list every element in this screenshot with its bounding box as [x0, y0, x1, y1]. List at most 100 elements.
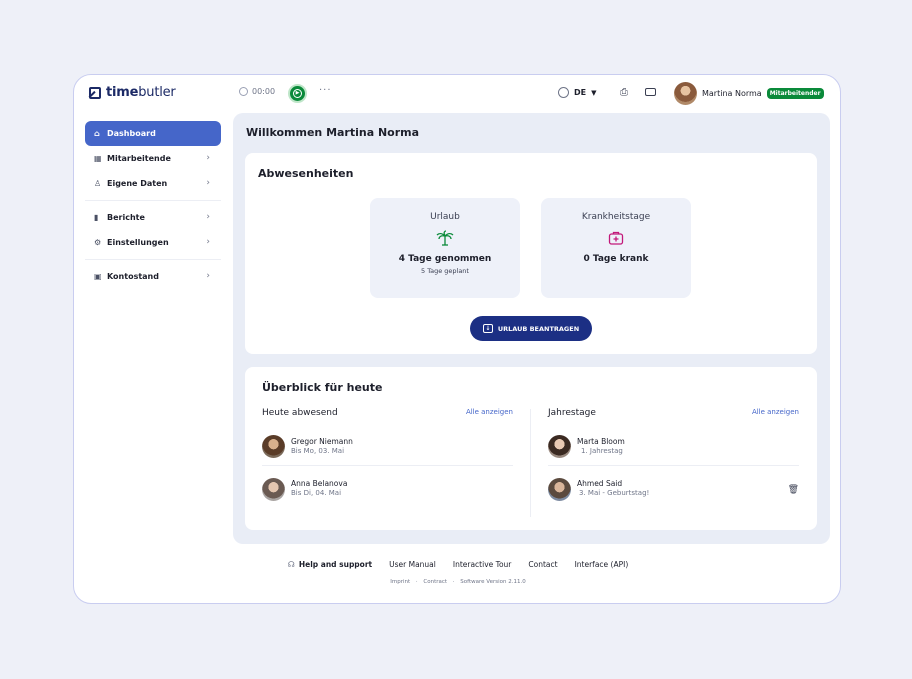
list-item[interactable]: Ahmed Said 3. Mai - Geburtstag! 🗑	[548, 466, 799, 512]
sidebar-item-label: Einstellungen	[107, 238, 169, 247]
start-timer-button[interactable]: ▶	[288, 84, 307, 103]
sidebar-item-berichte[interactable]: ▮ Berichte ›	[85, 205, 221, 230]
anniversaries-column: Jahrestage Alle anzeigen Marta Bloom 1. …	[548, 408, 799, 512]
avatar	[674, 82, 697, 105]
footer-links: ☊ Help and support User Manual Interacti…	[74, 560, 840, 569]
absences-title: Abwesenheiten	[258, 167, 354, 180]
user-menu[interactable]: Martina Norma Mitarbeitender	[674, 82, 824, 105]
anniversary-text: 3. Mai - Geburtstag!	[579, 489, 650, 498]
role-badge: Mitarbeitender	[766, 88, 824, 99]
help-support-link[interactable]: ☊ Help and support	[288, 560, 372, 569]
app-window: timebutler 00:00 ▶ ··· DE ▼ ⎙ Martina No…	[73, 74, 841, 604]
gear-icon: ⚙	[94, 238, 102, 247]
imprint-link[interactable]: Imprint	[390, 579, 410, 585]
avatar	[262, 477, 285, 501]
user-manual-link[interactable]: User Manual	[389, 560, 436, 569]
contract-link[interactable]: Contract	[423, 579, 447, 585]
sidebar-item-einstellungen[interactable]: ⚙ Einstellungen ›	[85, 230, 221, 255]
home-icon: ⌂	[94, 129, 100, 138]
sidebar-item-label: Dashboard	[107, 129, 156, 138]
palm-tree-icon	[370, 230, 520, 246]
chevron-right-icon: ›	[206, 212, 210, 222]
language-selector[interactable]: DE ▼	[558, 87, 597, 98]
more-icon[interactable]: ···	[319, 85, 332, 96]
absent-heading: Heute abwesend	[262, 408, 338, 418]
absences-card: Abwesenheiten Urlaub 4 Tage genommen 5 T…	[245, 153, 817, 354]
logo-text: timebutler	[106, 85, 176, 100]
sidebar-item-label: Eigene Daten	[107, 179, 168, 188]
printer-icon[interactable]: ⎙	[620, 87, 628, 98]
absence-until: Bis Di, 04. Mai	[291, 489, 342, 498]
medical-kit-icon	[541, 230, 691, 246]
chevron-right-icon: ›	[206, 153, 210, 163]
absent-show-all-link[interactable]: Alle anzeigen	[466, 408, 513, 418]
sidebar-item-kontostand[interactable]: ▣ Kontostand ›	[85, 264, 221, 289]
building-icon: ▦	[94, 154, 102, 163]
logo-icon	[89, 86, 101, 99]
anniversaries-show-all-link[interactable]: Alle anzeigen	[752, 408, 799, 418]
vacation-stat: Urlaub 4 Tage genommen 5 Tage geplant	[370, 198, 520, 298]
chart-icon: ▮	[94, 213, 99, 222]
sidebar-item-label: Berichte	[107, 213, 145, 222]
absent-today-column: Heute abwesend Alle anzeigen Gregor Niem…	[262, 408, 513, 512]
sidebar-item-eigene-daten[interactable]: ♙ Eigene Daten ›	[85, 171, 221, 196]
chevron-right-icon: ›	[206, 178, 210, 188]
timer: 00:00	[239, 87, 275, 96]
sick-stat: Krankheitstage 0 Tage krank	[541, 198, 691, 298]
page-title: Willkommen Martina Norma	[246, 126, 420, 139]
user-name: Martina Norma	[702, 89, 762, 98]
list-item[interactable]: Gregor Niemann Bis Mo, 03. Mai	[262, 428, 513, 466]
palm-tree-icon-svg	[436, 230, 454, 246]
anniversary-text: 1. Jahrestag	[581, 446, 623, 455]
api-link[interactable]: Interface (API)	[575, 560, 629, 569]
person-name: Marta Bloom	[577, 436, 625, 446]
anniversaries-heading: Jahrestage	[548, 408, 596, 418]
overview-card: Überblick für heute Heute abwesend Alle …	[245, 367, 817, 530]
sidebar: ⌂ Dashboard ▦ Mitarbeitende › ♙ Eigene D…	[85, 121, 221, 289]
separator: ·	[415, 579, 418, 585]
person-name: Anna Belanova	[291, 479, 348, 489]
avatar	[548, 435, 571, 458]
language-value: DE	[574, 88, 587, 97]
clock-icon	[239, 87, 248, 96]
help-label: Help and support	[298, 560, 373, 569]
divider	[85, 200, 221, 201]
person-name: Gregor Niemann	[291, 436, 353, 446]
timer-value: 00:00	[252, 87, 276, 96]
logo[interactable]: timebutler	[89, 85, 176, 100]
list-item[interactable]: Marta Bloom 1. Jahrestag	[548, 428, 799, 466]
interactive-tour-link[interactable]: Interactive Tour	[453, 560, 512, 569]
overview-title: Überblick für heute	[262, 381, 383, 394]
divider	[85, 259, 221, 260]
chevron-right-icon: ›	[206, 271, 210, 281]
sidebar-item-mitarbeitende[interactable]: ▦ Mitarbeitende ›	[85, 146, 221, 171]
person-name: Ahmed Said	[577, 479, 623, 489]
play-icon: ▶	[293, 89, 302, 98]
chevron-right-icon: ›	[206, 237, 210, 247]
contact-link[interactable]: Contact	[528, 560, 557, 569]
sidebar-item-label: Mitarbeitende	[107, 154, 171, 163]
vacation-taken: 4 Tage genommen	[398, 254, 492, 264]
mail-icon[interactable]	[645, 88, 656, 96]
footer-meta: Imprint · Contract · Software Version 2.…	[74, 579, 840, 585]
headset-icon: ☊	[287, 560, 295, 569]
vacation-label: Urlaub	[430, 212, 460, 222]
person-icon: ♙	[94, 179, 102, 188]
gift-icon[interactable]: 🗑	[788, 485, 799, 495]
medical-kit-icon-svg	[608, 231, 624, 245]
globe-icon	[558, 87, 569, 98]
download-icon: ↓	[482, 324, 493, 333]
wallet-icon: ▣	[94, 272, 102, 281]
software-version: Software Version 2.11.0	[460, 579, 526, 585]
main-content: Willkommen Martina Norma Abwesenheiten U…	[233, 113, 830, 544]
list-item[interactable]: Anna Belanova Bis Di, 04. Mai	[262, 466, 513, 512]
avatar	[548, 477, 571, 501]
request-vacation-button[interactable]: ↓ URLAUB BEANTRAGEN	[470, 316, 592, 341]
top-bar: timebutler 00:00 ▶ ··· DE ▼ ⎙ Martina No…	[74, 75, 840, 113]
absence-until: Bis Mo, 03. Mai	[291, 446, 345, 455]
sidebar-item-dashboard[interactable]: ⌂ Dashboard	[85, 121, 221, 146]
sidebar-item-label: Kontostand	[107, 272, 159, 281]
sick-label: Krankheitstage	[581, 212, 651, 222]
sick-days: 0 Tage krank	[583, 254, 649, 264]
vacation-planned: 5 Tage geplant	[421, 267, 469, 275]
